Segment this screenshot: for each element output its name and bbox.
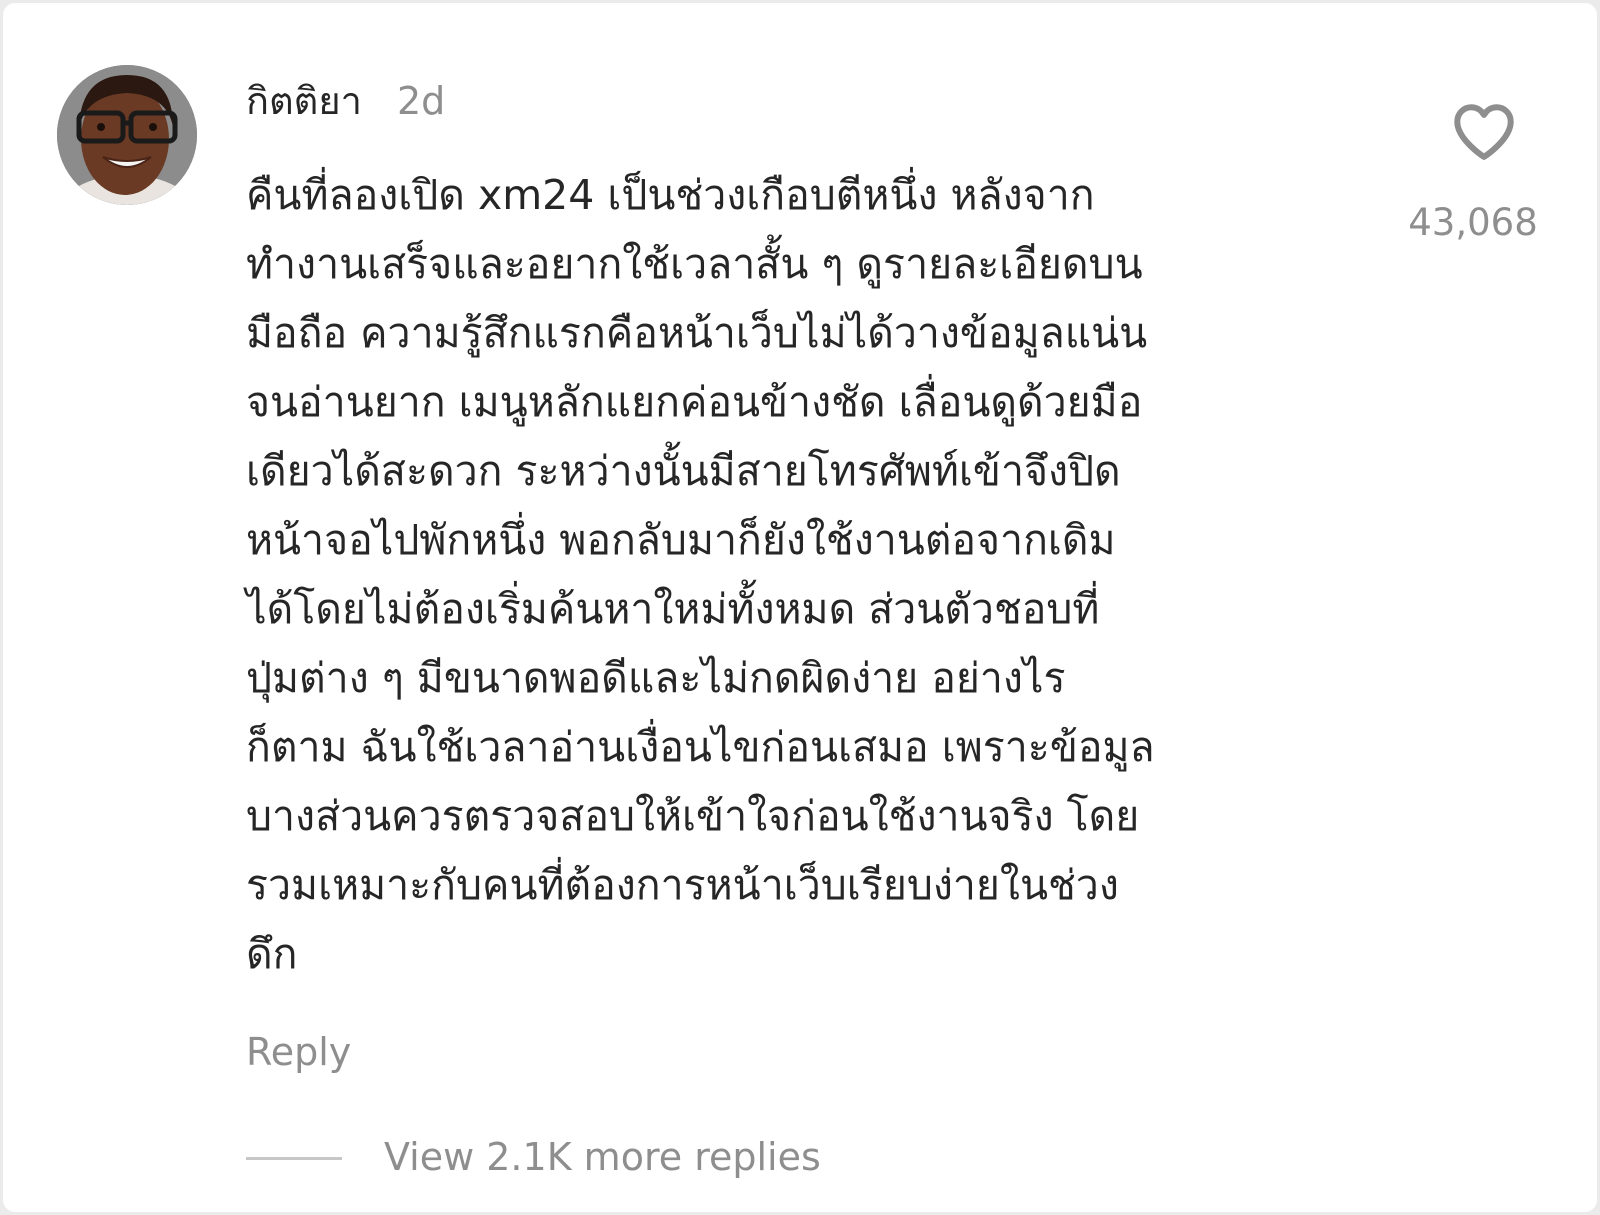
comment-card: กิตติยา 2d คืนที่ลองเปิด xm24 เป็นช่วงเก… (3, 3, 1597, 1212)
comment-line: จนอ่านยาก เมนูหลักแยกค่อนข้างชัด เลื่อนด… (246, 368, 1346, 437)
comment-line: คืนที่ลองเปิด xm24 เป็นช่วงเกือบตีหนึ่ง … (246, 161, 1346, 230)
comment-line: ดึก (246, 920, 1346, 989)
replies-divider (246, 1157, 342, 1160)
comment-line: มือถือ ความรู้สึกแรกคือหน้าเว็บไม่ได้วาง… (246, 299, 1346, 368)
comment-line: ปุ่มต่าง ๆ มีขนาดพอดีและไม่กดผิดง่าย อย่… (246, 644, 1346, 713)
like-count: 43,068 (1398, 199, 1548, 247)
comment-line: ได้โดยไม่ต้องเริ่มค้นหาใหม่ทั้งหมด ส่วนต… (246, 575, 1346, 644)
heart-outline-icon (1451, 101, 1517, 161)
avatar[interactable] (57, 65, 197, 205)
comment-timestamp: 2d (397, 77, 445, 125)
view-more-replies-button[interactable]: View 2.1K more replies (384, 1131, 821, 1183)
avatar-photo (57, 65, 197, 205)
reply-button[interactable]: Reply (246, 1027, 351, 1077)
comment-line: ทำงานเสร็จและอยากใช้เวลาสั้น ๆ ดูรายละเอ… (246, 230, 1346, 299)
comment-text: คืนที่ลองเปิด xm24 เป็นช่วงเกือบตีหนึ่ง … (246, 161, 1346, 989)
like-button[interactable] (1451, 101, 1517, 161)
comment-line: หน้าจอไปพักหนึ่ง พอกลับมาก็ยังใช้งานต่อจ… (246, 506, 1346, 575)
username[interactable]: กิตติยา (246, 77, 362, 125)
comment-line: บางส่วนควรตรวจสอบให้เข้าใจก่อนใช้งานจริง… (246, 782, 1346, 851)
comment-line: ก็ตาม ฉันใช้เวลาอ่านเงื่อนไขก่อนเสมอ เพร… (246, 713, 1346, 782)
comment-line: เดียวได้สะดวก ระหว่างนั้นมีสายโทรศัพท์เข… (246, 437, 1346, 506)
comment-line: รวมเหมาะกับคนที่ต้องการหน้าเว็บเรียบง่าย… (246, 851, 1346, 920)
